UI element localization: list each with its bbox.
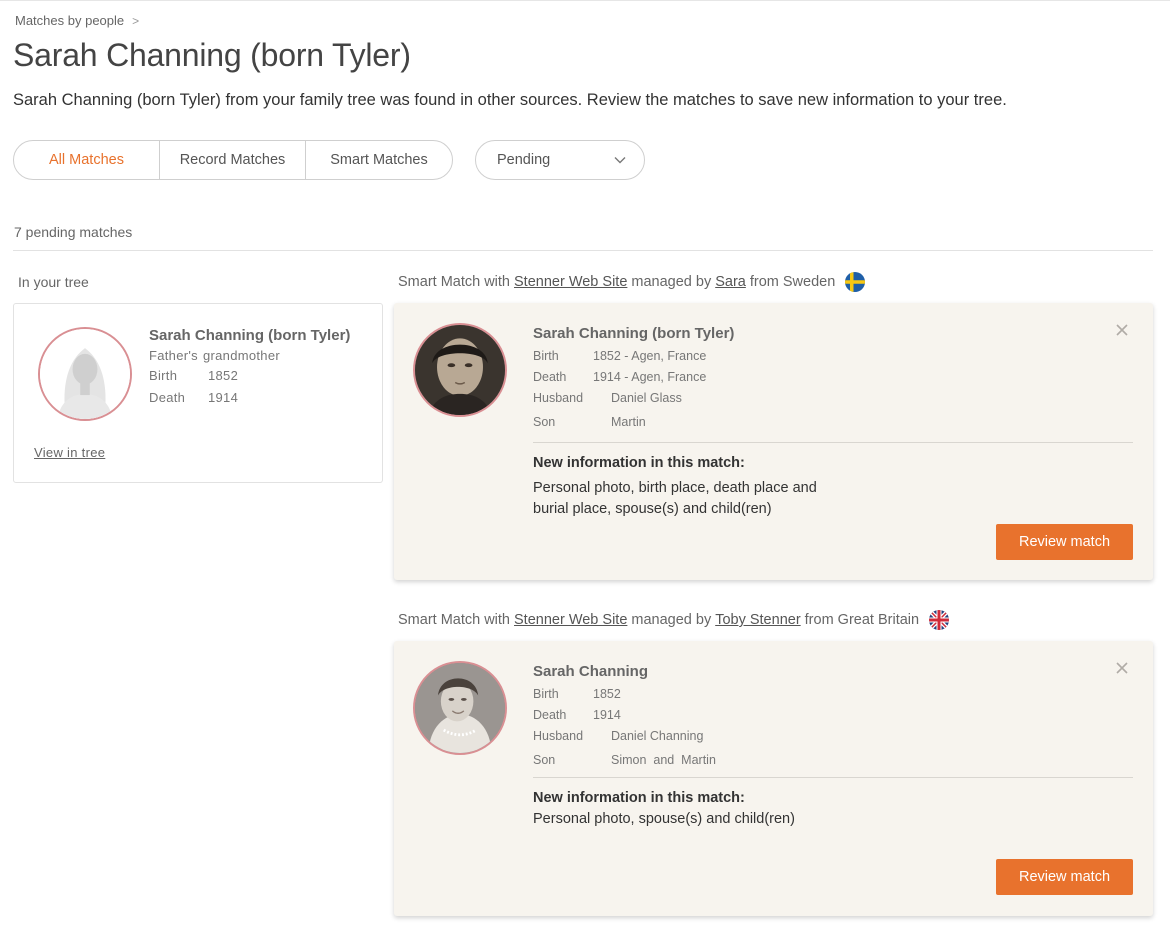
divider xyxy=(533,442,1133,443)
death-label: Death xyxy=(533,370,567,384)
death-value: 1914 xyxy=(208,390,239,405)
page-title: Sarah Channing (born Tyler) xyxy=(13,37,411,73)
uk-flag-icon xyxy=(929,610,950,630)
new-info-text: Personal photo, spouse(s) and child(ren) xyxy=(533,809,795,830)
son-value: Martin xyxy=(611,415,646,429)
match-husband-row: Husband Daniel Channing xyxy=(533,729,703,743)
source-prefix: Smart Match with xyxy=(398,274,510,290)
birth-label: Birth xyxy=(533,687,559,701)
new-info-line: Personal photo, spouse(s) and child(ren) xyxy=(533,811,795,827)
match-birth-row: Birth 1852 - Agen, France xyxy=(533,349,706,363)
breadcrumb-matches-by-people[interactable]: Matches by people xyxy=(15,13,124,28)
close-icon[interactable] xyxy=(1115,661,1129,675)
chevron-down-icon xyxy=(614,157,626,164)
match-card: Sarah Channing (born Tyler) Birth 1852 - … xyxy=(394,303,1153,580)
son-label: Son xyxy=(533,415,556,429)
match-type-filter: All Matches Record Matches Smart Matches xyxy=(13,140,453,180)
site-link[interactable]: Stenner Web Site xyxy=(514,274,627,290)
sweden-flag-icon xyxy=(845,272,866,292)
match-source-line: Smart Match with Stenner Web Site manage… xyxy=(398,610,950,630)
birth-value: 1852 xyxy=(208,368,239,383)
tab-smart-matches[interactable]: Smart Matches xyxy=(306,141,452,179)
birth-label: Birth xyxy=(533,349,559,363)
avatar xyxy=(38,327,132,421)
match-husband-row: Husband Daniel Glass xyxy=(533,391,682,405)
managed-by-text: managed by xyxy=(631,612,712,628)
match-source-line: Smart Match with Stenner Web Site manage… xyxy=(398,272,866,292)
new-info-title: New information in this match: xyxy=(533,455,745,471)
relation-part: Father's xyxy=(149,348,198,363)
birth-value: 1852 xyxy=(593,687,621,701)
tree-person-card: Sarah Channing (born Tyler) Father's gran… xyxy=(13,303,383,483)
new-info-line: burial place, spouse(s) and child(ren) xyxy=(533,501,772,517)
managed-by-text: managed by xyxy=(631,274,712,290)
match-son-row: Son Simon and Martin xyxy=(533,753,716,767)
country-text: from Sweden xyxy=(749,274,836,290)
review-match-button[interactable]: Review match xyxy=(996,524,1133,560)
match-photo xyxy=(413,323,507,417)
in-your-tree-label: In your tree xyxy=(18,274,89,290)
page-description: Sarah Channing (born Tyler) from your fa… xyxy=(13,91,1007,109)
match-death-row: Death 1914 - Agen, France xyxy=(533,370,706,384)
death-label: Death xyxy=(149,390,186,405)
tree-person-name: Sarah Channing (born Tyler) xyxy=(149,327,351,344)
new-info-title: New information in this match: xyxy=(533,790,745,806)
match-person-name: Sarah Channing xyxy=(533,663,649,680)
review-match-button[interactable]: Review match xyxy=(996,859,1133,895)
tree-person-relation: Father's grandmother xyxy=(149,348,280,363)
match-son-row: Son Martin xyxy=(533,415,646,429)
death-value: 1914 xyxy=(593,708,621,722)
match-person-name: Sarah Channing (born Tyler) xyxy=(533,325,735,342)
death-value: 1914 - Agen, France xyxy=(593,370,707,384)
son-label: Son xyxy=(533,753,556,767)
husband-label: Husband xyxy=(533,391,584,405)
close-icon[interactable] xyxy=(1115,323,1129,337)
portrait-photo-icon xyxy=(415,663,505,753)
divider xyxy=(13,250,1153,251)
tree-death-row: Death 1914 xyxy=(149,390,238,405)
new-info-text: Personal photo, birth place, death place… xyxy=(533,478,817,520)
match-card: Sarah Channing Birth 1852 Death 1914 Husba… xyxy=(394,641,1153,916)
country-text: from Great Britain xyxy=(804,612,920,628)
site-link[interactable]: Stenner Web Site xyxy=(514,612,627,628)
manager-link[interactable]: Toby Stenner xyxy=(715,612,800,628)
husband-label: Husband xyxy=(533,729,584,743)
tab-all-matches[interactable]: All Matches xyxy=(14,141,160,179)
divider xyxy=(533,777,1133,778)
match-death-row: Death 1914 xyxy=(533,708,621,722)
birth-value: 1852 - Agen, France xyxy=(593,349,707,363)
death-label: Death xyxy=(533,708,567,722)
tab-record-matches[interactable]: Record Matches xyxy=(160,141,306,179)
son-value: Simon and Martin xyxy=(611,753,716,767)
match-birth-row: Birth 1852 xyxy=(533,687,621,701)
relation-part: grandmother xyxy=(202,348,280,363)
husband-value: Daniel Glass xyxy=(611,391,682,405)
birth-label: Birth xyxy=(149,368,178,383)
source-prefix: Smart Match with xyxy=(398,612,510,628)
new-info-line: Personal photo, birth place, death place… xyxy=(533,480,817,496)
female-silhouette-icon xyxy=(40,329,130,419)
tree-birth-row: Birth 1852 xyxy=(149,368,238,383)
husband-value: Daniel Channing xyxy=(611,729,704,743)
breadcrumb: Matches by people > xyxy=(15,13,139,28)
pending-count: 7 pending matches xyxy=(14,224,133,240)
breadcrumb-separator: > xyxy=(132,13,140,28)
status-dropdown-value: Pending xyxy=(497,152,551,168)
view-in-tree-link[interactable]: View in tree xyxy=(34,445,105,460)
status-dropdown[interactable]: Pending xyxy=(475,140,645,180)
manager-link[interactable]: Sara xyxy=(715,274,746,290)
portrait-photo-icon xyxy=(415,325,505,415)
match-photo xyxy=(413,661,507,755)
